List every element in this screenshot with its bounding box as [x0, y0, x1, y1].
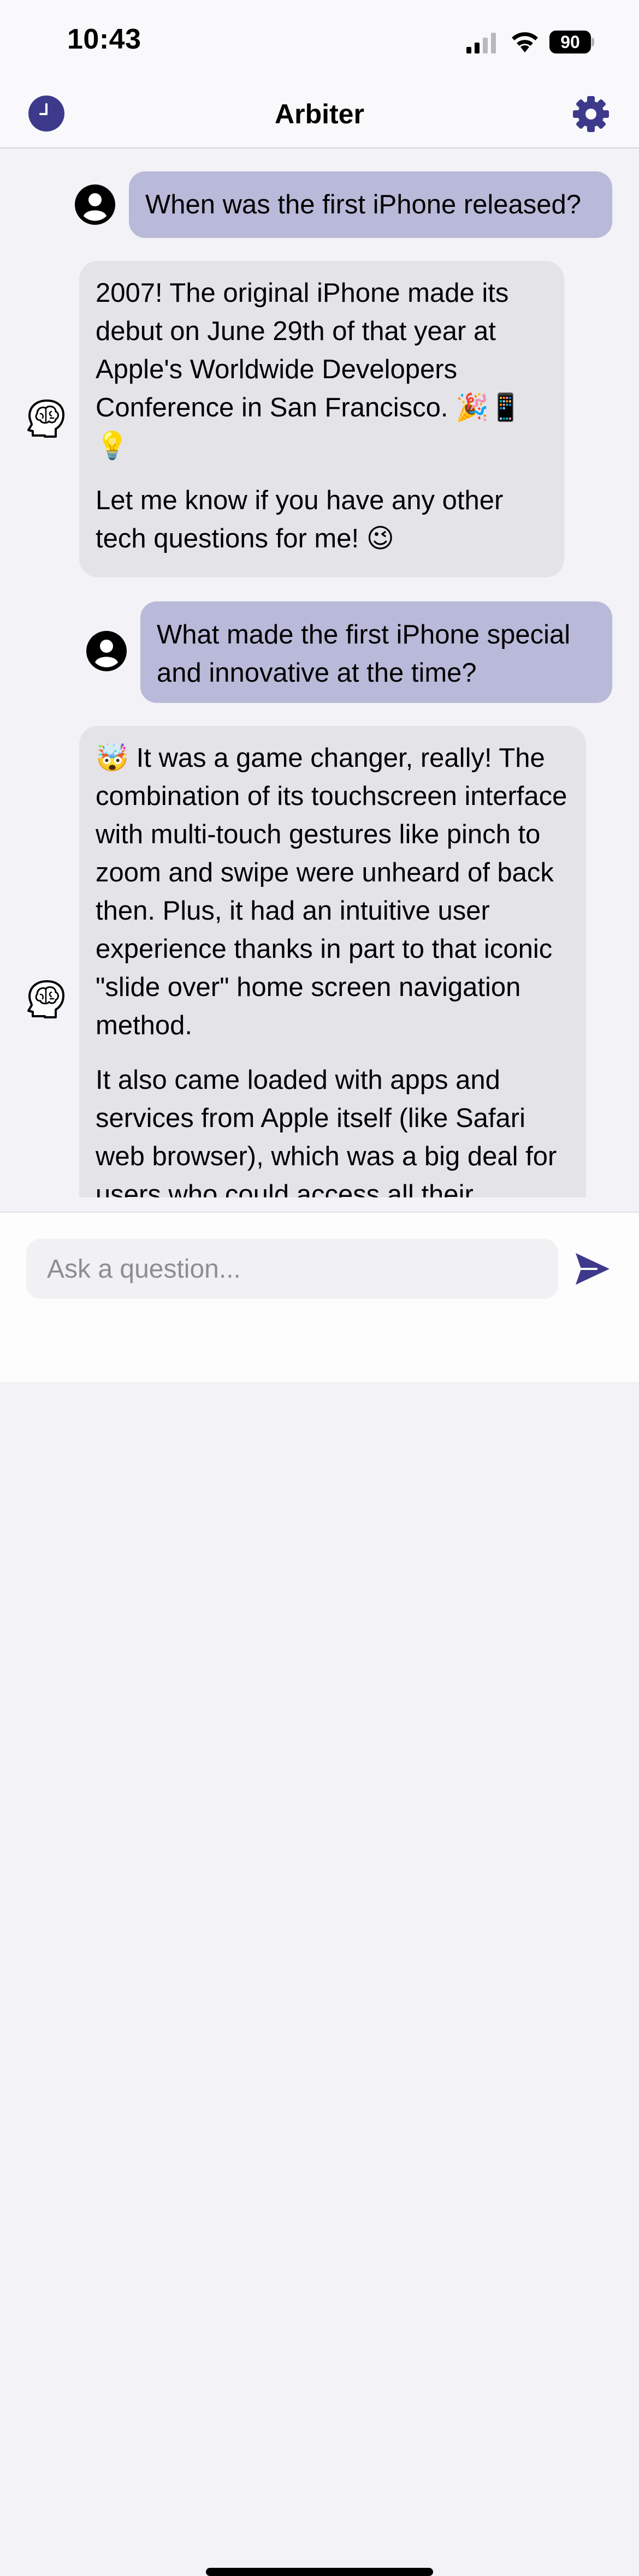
battery-cap [591, 38, 594, 46]
status-time: 10:43 [67, 23, 141, 55]
assistant-message-paragraph: 🤯 It was a game changer, really! The com… [96, 743, 567, 1040]
wifi-icon [510, 29, 540, 53]
chat-transcript[interactable]: When was the first iPhone released? 2007… [0, 148, 639, 1197]
send-icon [576, 1253, 610, 1285]
navigation-bar: Arbiter [0, 82, 639, 148]
user-message-bubble: When was the first iPhone released? [129, 171, 612, 238]
composer-bar [0, 1212, 639, 2576]
cellular-signal-icon [466, 32, 497, 53]
settings-button[interactable] [572, 95, 610, 133]
page-title: Arbiter [275, 99, 364, 129]
assistant-message-paragraph: 2007! The original iPhone made its debut… [96, 278, 523, 461]
status-bar: 10:43 90 [0, 0, 639, 82]
user-message-text: What made the first iPhone special and i… [157, 620, 571, 688]
battery-level: 90 [549, 31, 591, 53]
user-avatar-icon [86, 631, 127, 671]
user-avatar-icon [75, 184, 115, 225]
home-indicator[interactable] [206, 2568, 433, 2576]
assistant-message-paragraph: Let me know if you have any other tech q… [96, 486, 504, 553]
assistant-message-paragraph: It also came loaded with apps and servic… [96, 1065, 557, 1197]
assistant-avatar-brain-head-icon [25, 397, 67, 439]
assistant-message-bubble: 🤯 It was a game changer, really! The com… [79, 726, 586, 1197]
gear-icon [573, 96, 609, 132]
send-button[interactable] [575, 1252, 611, 1286]
question-input[interactable] [26, 1239, 558, 1299]
assistant-avatar-brain-head-icon [25, 978, 67, 1019]
assistant-message-bubble: 2007! The original iPhone made its debut… [79, 261, 564, 577]
user-message-text: When was the first iPhone released? [145, 190, 582, 219]
battery-icon: 90 [549, 31, 594, 53]
user-message-bubble: What made the first iPhone special and i… [140, 601, 612, 703]
